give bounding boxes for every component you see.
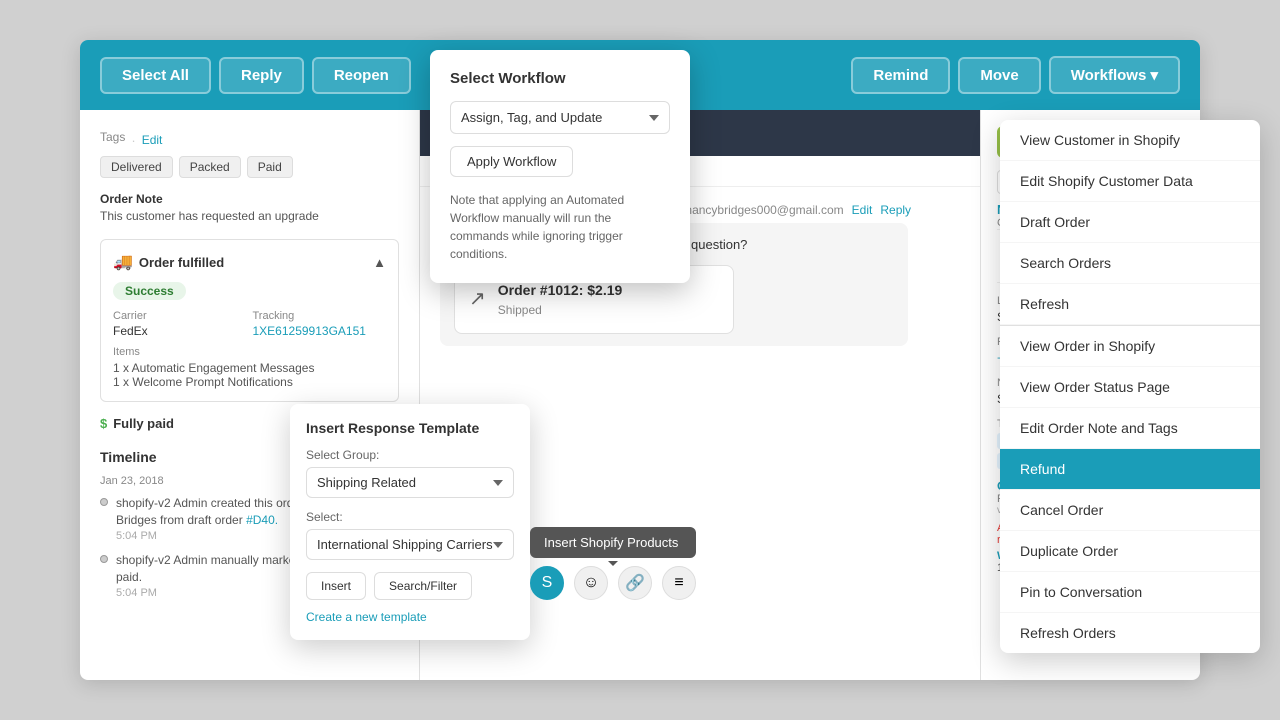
- menu-duplicate[interactable]: Duplicate Order: [1000, 531, 1260, 572]
- workflow-note: Note that applying an Automated Workflow…: [450, 191, 670, 263]
- select-label: Select:: [306, 510, 514, 524]
- menu-refresh[interactable]: Refresh: [1000, 284, 1260, 325]
- shopify-product-icon-btn[interactable]: S: [530, 566, 564, 600]
- shopify-tooltip: Insert Shopify Products S ☺ 🔗 ≡: [530, 527, 696, 600]
- select-all-button[interactable]: Select All: [100, 57, 211, 94]
- group-label: Select Group:: [306, 448, 514, 462]
- menu-view-order[interactable]: View Order in Shopify: [1000, 326, 1260, 367]
- carrier-col: Carrier FedEx: [113, 310, 247, 338]
- timeline-draft-link[interactable]: #D40.: [246, 513, 278, 527]
- menu-order-status[interactable]: View Order Status Page: [1000, 367, 1260, 408]
- tracking-link[interactable]: 1XE61259913GA151: [253, 324, 366, 338]
- order-note-text: This customer has requested an upgrade: [100, 209, 399, 223]
- message-edit-link[interactable]: Edit: [852, 203, 873, 217]
- menu-edit-note[interactable]: Edit Order Note and Tags: [1000, 408, 1260, 449]
- carrier-label: Carrier: [113, 310, 247, 322]
- timeline-dot-1: [100, 498, 108, 506]
- template-buttons: Insert Search/Filter: [306, 572, 514, 600]
- tag-delivered: Delivered: [100, 156, 173, 178]
- order-card-status: Shipped: [498, 301, 623, 319]
- group-dropdown[interactable]: Shipping Related: [306, 467, 514, 498]
- chevron-up-icon[interactable]: ▲: [373, 255, 386, 270]
- tags-label: Tags: [100, 130, 125, 144]
- message-reply-link[interactable]: Reply: [880, 203, 911, 217]
- dropdown-menu: View Customer in Shopify Edit Shopify Cu…: [1000, 120, 1260, 653]
- dollar-icon: $: [100, 416, 107, 431]
- menu-view-customer[interactable]: View Customer in Shopify: [1000, 120, 1260, 161]
- move-button[interactable]: Move: [958, 57, 1040, 94]
- workflows-button[interactable]: Workflows ▾: [1049, 56, 1180, 94]
- workflow-modal-title: Select Workflow: [450, 70, 670, 87]
- tooltip-label: Insert Shopify Products: [530, 527, 696, 558]
- menu-search-orders[interactable]: Search Orders: [1000, 243, 1260, 284]
- menu-cancel[interactable]: Cancel Order: [1000, 490, 1260, 531]
- workflow-modal: Select Workflow Assign, Tag, and Update …: [430, 50, 690, 283]
- menu-refund[interactable]: Refund: [1000, 449, 1260, 490]
- order-note-section: Order Note This customer has requested a…: [100, 192, 399, 223]
- search-filter-button[interactable]: Search/Filter: [374, 572, 472, 600]
- link-icon-btn[interactable]: 🔗: [618, 566, 652, 600]
- insert-button[interactable]: Insert: [306, 572, 366, 600]
- editor-toolbar-icons: S ☺ 🔗 ≡: [530, 566, 696, 600]
- template-panel: Insert Response Template Select Group: S…: [290, 404, 530, 640]
- menu-draft-order[interactable]: Draft Order: [1000, 202, 1260, 243]
- tracking-label: Tracking: [253, 310, 387, 322]
- text-icon-btn[interactable]: ≡: [662, 566, 696, 600]
- items-label: Items: [113, 346, 386, 358]
- emoji-icon-btn[interactable]: ☺: [574, 566, 608, 600]
- order-note-label: Order Note: [100, 192, 399, 206]
- template-panel-title: Insert Response Template: [306, 420, 514, 436]
- item-1: 1 x Automatic Engagement Messages: [113, 361, 386, 375]
- item-2: 1 x Welcome Prompt Notifications: [113, 375, 386, 389]
- apply-workflow-button[interactable]: Apply Workflow: [450, 146, 573, 177]
- menu-edit-customer[interactable]: Edit Shopify Customer Data: [1000, 161, 1260, 202]
- fulfillment-grid: Carrier FedEx Tracking 1XE61259913GA151: [113, 310, 386, 338]
- order-card-icon: ↗: [469, 284, 486, 314]
- reopen-button[interactable]: Reopen: [312, 57, 411, 94]
- app-background: Select All Reply Reopen Remind Move Work…: [0, 0, 1280, 720]
- fully-paid-label: Fully paid: [113, 416, 174, 431]
- tags-container: Delivered Packed Paid: [100, 156, 399, 178]
- truck-icon: 🚚: [113, 252, 133, 272]
- reply-button[interactable]: Reply: [219, 57, 304, 94]
- message-email: nancybridges000@gmail.com: [685, 203, 843, 217]
- order-card-info: Order #1012: $2.19 Shipped: [498, 280, 623, 319]
- order-fulfilled-section: 🚚 Order fulfilled ▲ Success Carrier FedE…: [100, 239, 399, 402]
- tag-packed: Packed: [179, 156, 241, 178]
- tag-paid: Paid: [247, 156, 293, 178]
- create-template-link[interactable]: Create a new template: [306, 610, 514, 624]
- menu-refresh-orders[interactable]: Refresh Orders: [1000, 613, 1260, 653]
- remind-button[interactable]: Remind: [851, 57, 950, 94]
- carrier-value: FedEx: [113, 324, 247, 338]
- tracking-col: Tracking 1XE61259913GA151: [253, 310, 387, 338]
- fulfilled-label: Order fulfilled: [139, 255, 224, 270]
- select-dropdown[interactable]: International Shipping Carriers: [306, 529, 514, 560]
- success-badge: Success: [113, 282, 186, 300]
- items-list: Items 1 x Automatic Engagement Messages …: [113, 346, 386, 389]
- tags-edit-link[interactable]: Edit: [142, 133, 163, 147]
- timeline-dot-2: [100, 555, 108, 563]
- fulfilled-header: 🚚 Order fulfilled ▲: [113, 252, 386, 272]
- timeline-label: Timeline: [100, 449, 157, 465]
- workflow-dropdown[interactable]: Assign, Tag, and Update: [450, 101, 670, 134]
- menu-pin[interactable]: Pin to Conversation: [1000, 572, 1260, 613]
